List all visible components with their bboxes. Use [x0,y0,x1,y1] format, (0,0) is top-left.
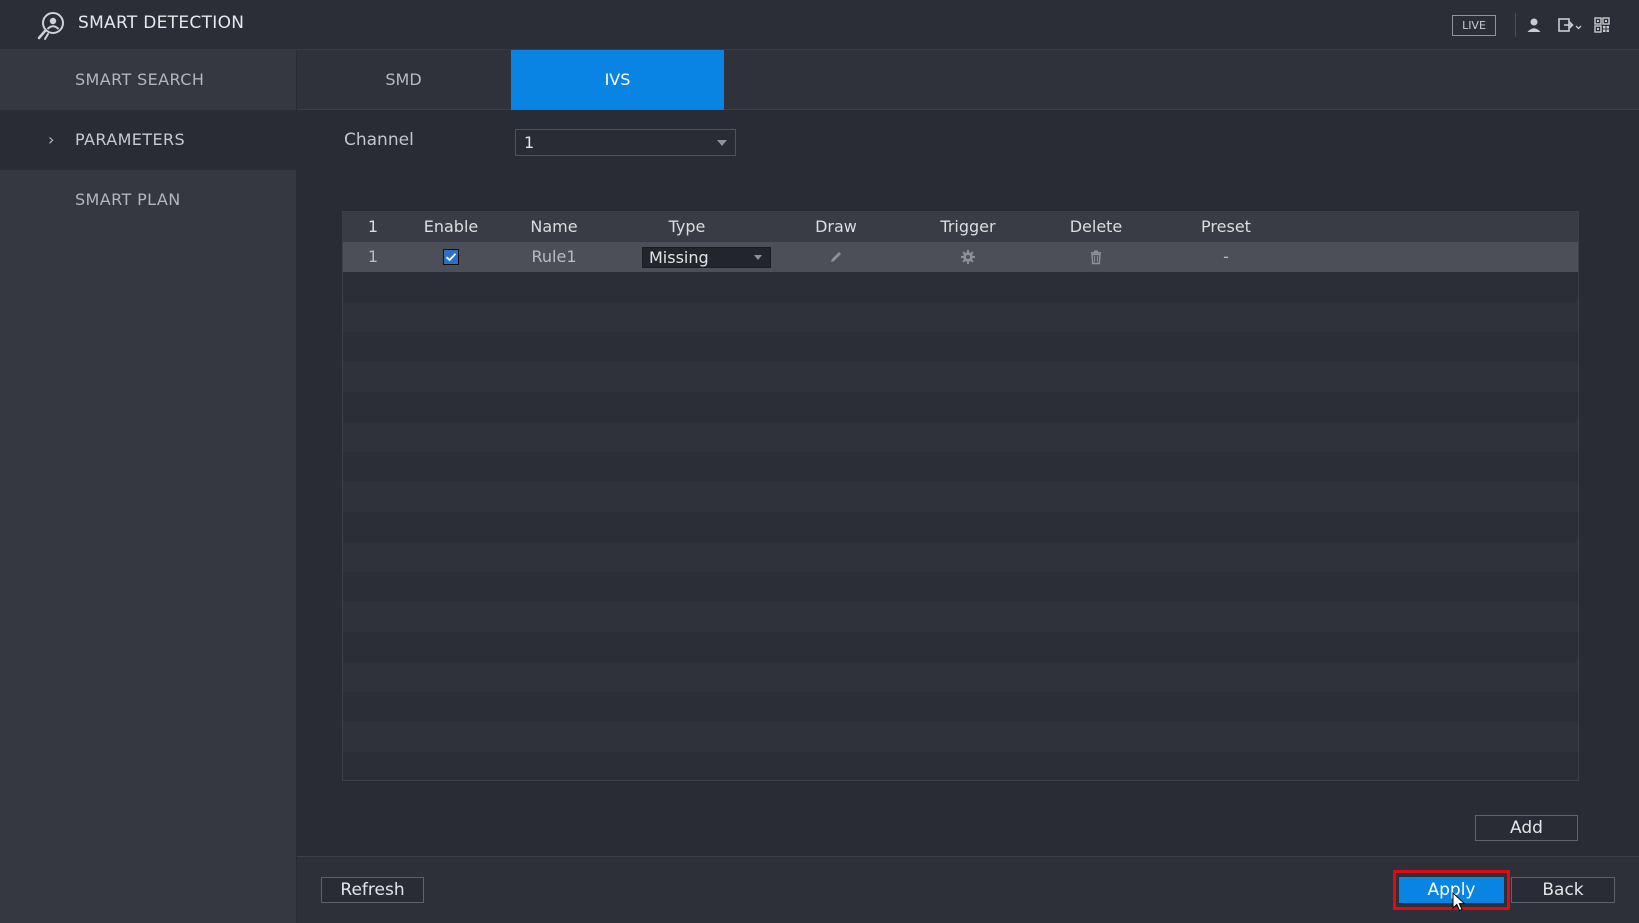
sidebar-item-parameters[interactable]: › PARAMETERS [0,110,296,170]
table-row-empty [343,392,1578,422]
table-row-empty [343,662,1578,692]
app-title: SMART DETECTION [78,13,245,33]
sidebar-item-label: PARAMETERS [75,130,186,149]
table-row-empty [343,692,1578,722]
channel-select[interactable]: 1 [515,129,736,156]
tab-smd[interactable]: SMD [297,50,510,110]
check-icon [445,253,457,262]
channel-label: Channel [344,130,414,150]
preset-value: - [1223,247,1229,266]
table-row-empty [343,452,1578,482]
type-select[interactable]: Missing [642,247,771,268]
smart-detection-icon [37,12,64,40]
pencil-icon[interactable] [828,249,844,265]
table-row-empty [343,332,1578,362]
table-row-empty [343,722,1578,752]
table-row-empty [343,482,1578,512]
table-row-empty [343,302,1578,332]
logout-icon[interactable] [1557,15,1583,35]
tab-strip: SMD IVS [297,50,1639,110]
refresh-button[interactable]: Refresh [321,877,424,903]
rules-table: 1 Enable Name Type Draw Trigger Delete P… [342,211,1579,781]
back-button[interactable]: Back [1511,877,1615,903]
column-header-preset: Preset [1201,217,1251,236]
qr-code-icon[interactable] [1592,15,1612,35]
table-row-empty [343,602,1578,632]
add-button[interactable]: Add [1475,815,1578,841]
table-header: 1 Enable Name Type Draw Trigger Delete P… [343,212,1578,242]
rule-name: Rule1 [531,247,577,266]
topbar-divider [1515,13,1516,37]
chevron-right-icon: › [48,130,55,149]
sidebar-item-smart-search[interactable]: SMART SEARCH [0,50,296,110]
trash-icon[interactable] [1088,249,1104,265]
live-button[interactable]: LIVE [1452,15,1496,36]
table-row-empty [343,752,1578,780]
type-value: Missing [649,248,709,267]
gear-icon[interactable] [960,249,976,265]
mouse-cursor-icon [1452,892,1466,912]
table-row-empty [343,542,1578,572]
table-row-empty [343,272,1578,302]
table-row-empty [343,512,1578,542]
sidebar: SMART SEARCH › PARAMETERS SMART PLAN [0,50,296,923]
sidebar-item-label: SMART PLAN [75,190,181,209]
column-header-type: Type [668,217,706,236]
table-row-empty [343,632,1578,662]
row-index: 1 [367,247,379,266]
user-icon[interactable] [1524,15,1544,35]
chevron-down-icon [754,255,762,260]
tab-ivs[interactable]: IVS [511,50,724,110]
channel-value: 1 [524,133,535,152]
table-row-empty [343,572,1578,602]
table-row[interactable]: 1 Rule1 Missing - [343,242,1578,272]
column-header-draw: Draw [815,217,857,236]
enable-checkbox[interactable] [443,249,459,265]
column-header-trigger: Trigger [940,217,996,236]
column-header-name: Name [530,217,578,236]
top-bar: SMART DETECTION LIVE [0,0,1639,50]
sidebar-item-smart-plan[interactable]: SMART PLAN [0,170,296,230]
column-header-index: 1 [367,217,379,236]
column-header-enable: Enable [423,217,479,236]
column-header-delete: Delete [1069,217,1123,236]
table-row-empty [343,362,1578,392]
chevron-down-icon [717,140,727,146]
sidebar-item-label: SMART SEARCH [75,70,205,89]
table-row-empty [343,422,1578,452]
